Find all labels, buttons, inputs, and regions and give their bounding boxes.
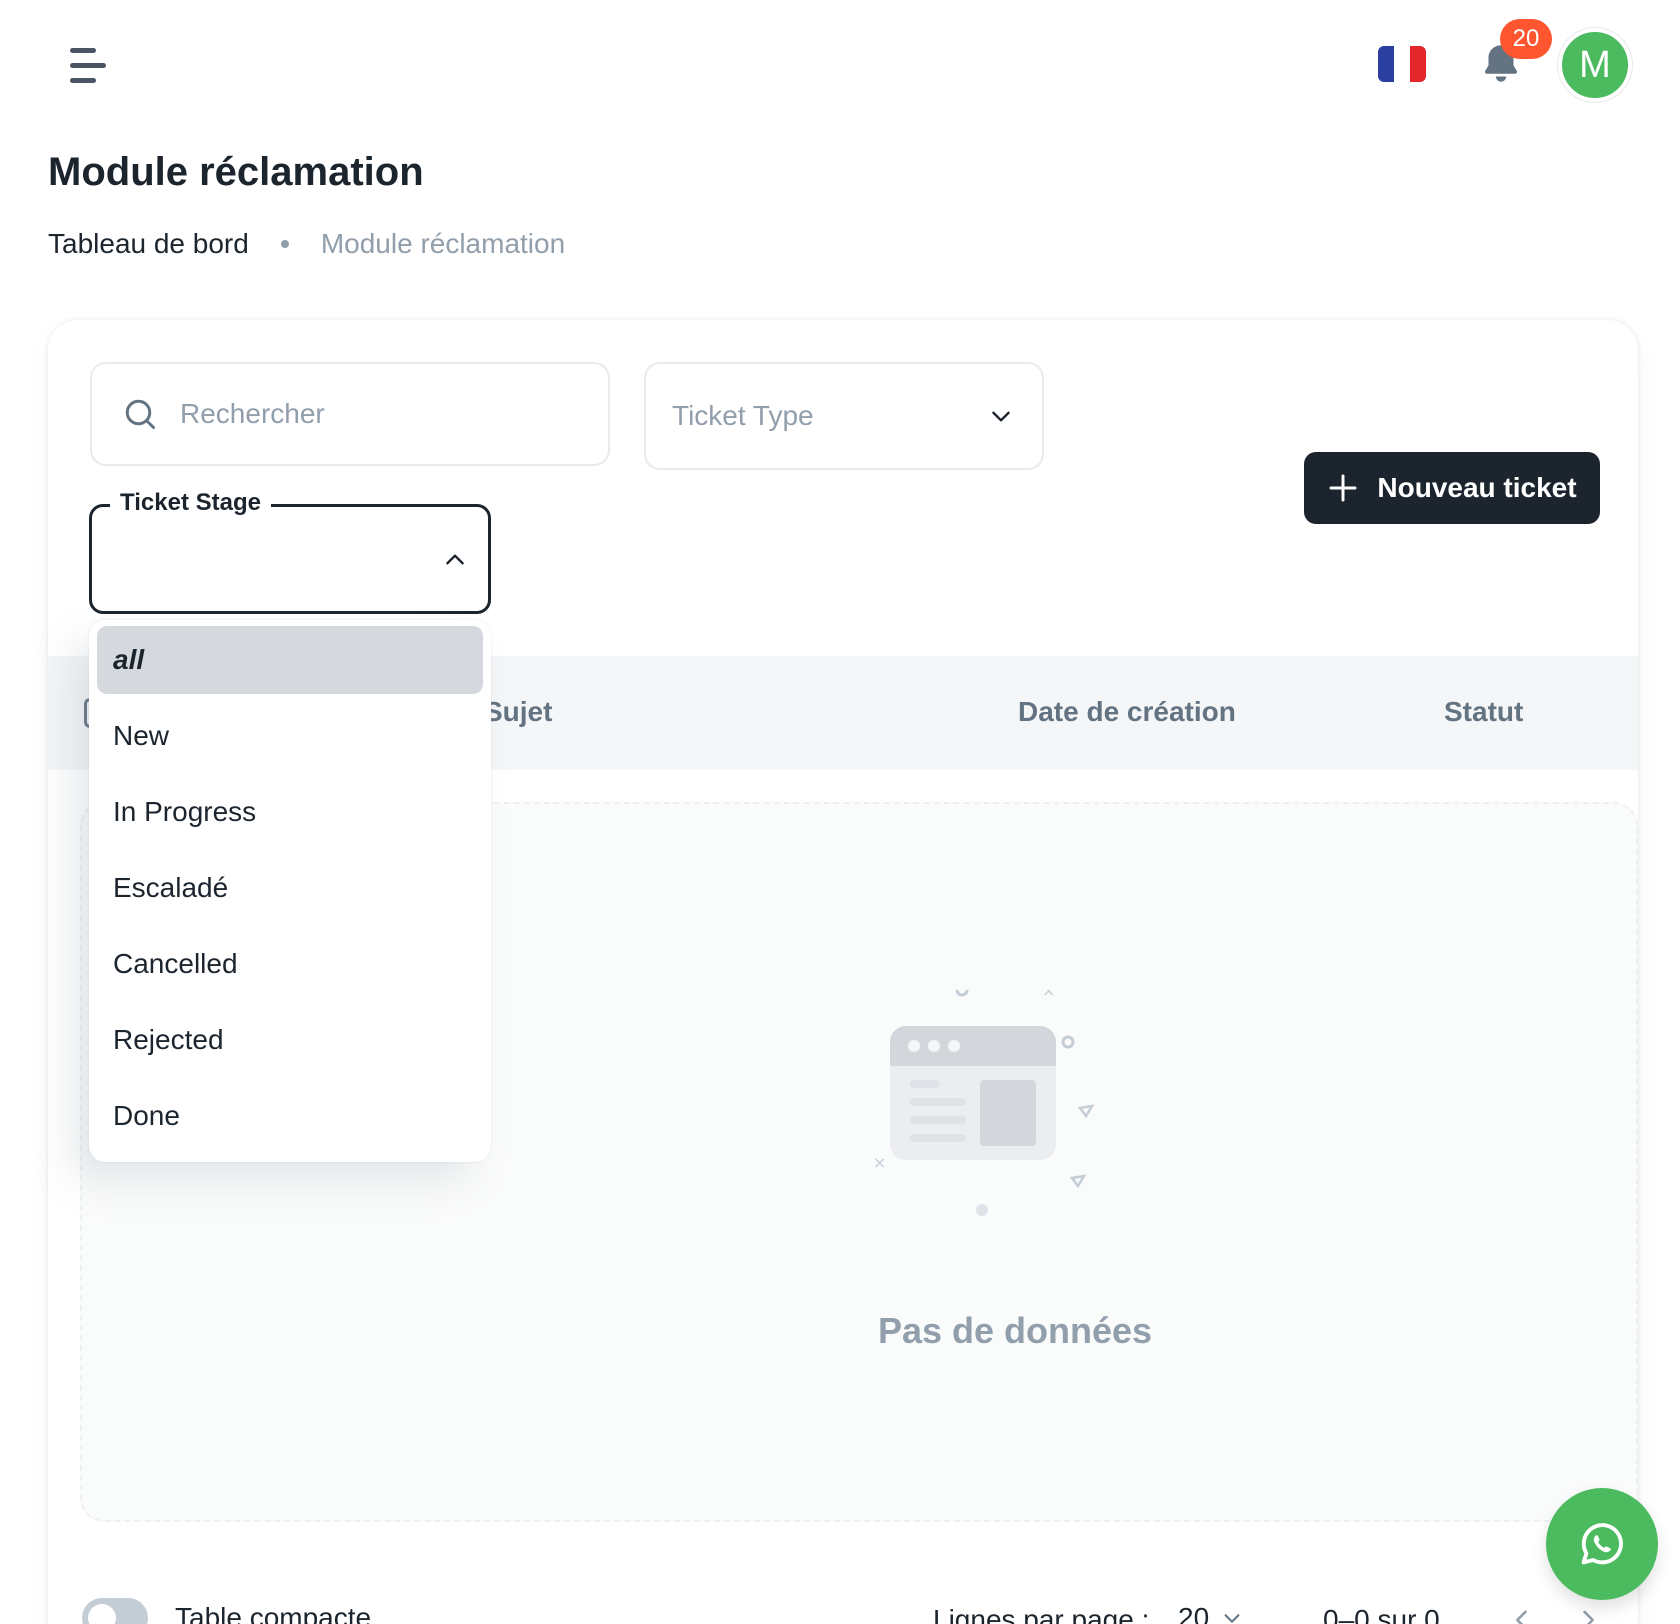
search-input[interactable] bbox=[180, 398, 580, 430]
chevron-right-icon[interactable] bbox=[1574, 1606, 1602, 1624]
new-ticket-button[interactable]: Nouveau ticket bbox=[1304, 452, 1600, 524]
france-flag-icon[interactable] bbox=[1378, 46, 1426, 82]
avatar[interactable]: M bbox=[1558, 28, 1632, 102]
stage-option-rejected[interactable]: Rejected bbox=[97, 1002, 483, 1078]
compact-table-toggle[interactable] bbox=[82, 1598, 148, 1624]
breadcrumb: Tableau de bord Module réclamation bbox=[48, 228, 565, 260]
chevron-down-icon bbox=[992, 411, 1010, 422]
breadcrumb-dashboard-link[interactable]: Tableau de bord bbox=[48, 228, 249, 260]
rows-per-page-value: 20 bbox=[1178, 1602, 1210, 1624]
breadcrumb-current: Module réclamation bbox=[320, 228, 566, 259]
svg-text:×: × bbox=[873, 1153, 886, 1172]
rows-per-page-label: Lignes par page : bbox=[933, 1604, 1150, 1624]
no-data-illustration-icon: × × bbox=[873, 990, 1095, 1216]
whatsapp-icon bbox=[1581, 1523, 1623, 1565]
page-title: Module réclamation bbox=[48, 150, 424, 194]
new-ticket-label: Nouveau ticket bbox=[1377, 472, 1577, 503]
search-icon bbox=[125, 399, 155, 429]
stage-option-escalade[interactable]: Escaladé bbox=[97, 850, 483, 926]
menu-icon[interactable] bbox=[60, 40, 120, 92]
rows-per-page-select[interactable]: 20 bbox=[1178, 1602, 1243, 1624]
chevron-left-icon[interactable] bbox=[1508, 1606, 1536, 1624]
chevron-up-icon bbox=[446, 554, 464, 565]
stage-option-new[interactable]: New bbox=[97, 698, 483, 774]
ticket-stage-select[interactable]: Ticket Stage bbox=[89, 489, 491, 614]
stage-option-done[interactable]: Done bbox=[97, 1078, 483, 1154]
plus-icon bbox=[1329, 474, 1357, 502]
pagination-range: 0–0 sur 0 bbox=[1323, 1604, 1440, 1624]
ticket-stage-label: Ticket Stage bbox=[110, 489, 271, 517]
stage-option-all[interactable]: all bbox=[97, 626, 483, 694]
whatsapp-button[interactable] bbox=[1546, 1488, 1658, 1600]
chevron-down-icon bbox=[1224, 1614, 1240, 1623]
search-field[interactable] bbox=[90, 362, 610, 466]
compact-table-label: Table compacte bbox=[175, 1602, 372, 1624]
stage-option-cancelled[interactable]: Cancelled bbox=[97, 926, 483, 1002]
svg-text:×: × bbox=[1042, 990, 1055, 1000]
column-header-status[interactable]: Statut bbox=[1444, 696, 1523, 728]
ticket-type-placeholder: Ticket Type bbox=[672, 400, 814, 431]
breadcrumb-separator bbox=[280, 240, 289, 248]
column-header-subject[interactable]: Sujet bbox=[484, 696, 552, 728]
notification-badge: 20 bbox=[1500, 19, 1552, 59]
column-header-created-date[interactable]: Date de création bbox=[1018, 696, 1236, 728]
no-data-text: Pas de données bbox=[877, 1310, 1153, 1351]
ticket-stage-menu: all New In Progress Escaladé Cancelled R… bbox=[89, 620, 491, 1162]
ticket-type-select[interactable]: Ticket Type bbox=[644, 362, 1044, 470]
stage-option-in-progress[interactable]: In Progress bbox=[97, 774, 483, 850]
